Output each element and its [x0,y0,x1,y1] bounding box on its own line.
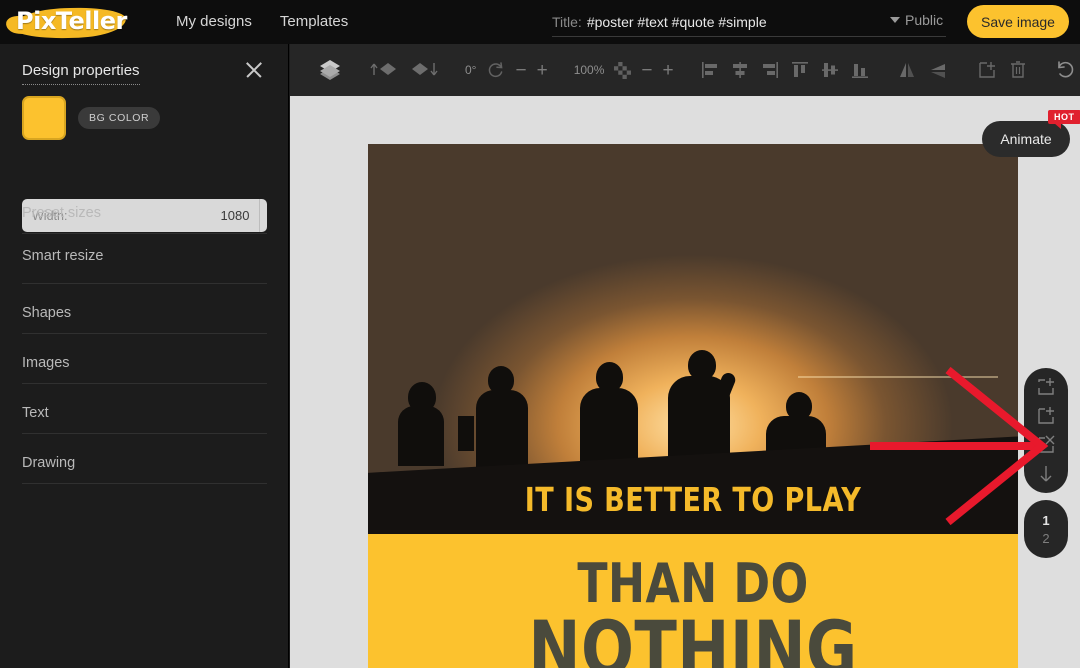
design-properties-panel: Design properties BG COLOR Width: Height… [0,44,289,668]
save-image-button[interactable]: Save image [967,5,1069,38]
poster-headline-1[interactable]: IT IS BETTER TO PLAY [427,480,960,519]
sidebar-item-preset-sizes[interactable]: Preset sizes [22,205,267,221]
opacity-checker-icon[interactable] [614,61,632,79]
layers-group [304,57,356,83]
visibility-label: Public [905,12,944,28]
divider [22,333,267,334]
layers-icon[interactable] [317,57,343,83]
page-selector: 1 2 [1024,500,1068,558]
sunset-silhouette-photo[interactable] [368,144,1018,534]
opacity-value: 100% [573,63,605,77]
add-page-icon[interactable] [1033,374,1059,400]
align-top-icon[interactable] [790,60,810,80]
horizon-line [798,376,998,378]
canvas-workspace[interactable]: IT IS BETTER TO PLAY THAN DO NOTHING [290,96,1080,668]
divider [22,483,267,484]
trash-icon[interactable] [1008,59,1028,81]
divider [22,233,267,234]
rotation-value: 0° [465,63,477,77]
chevron-down-icon [890,17,900,23]
align-right-icon[interactable] [760,60,780,80]
duplicate-icon[interactable] [976,59,998,81]
align-middle-vertical-icon[interactable] [820,60,840,80]
opacity-decrease-button[interactable]: − [641,61,652,80]
silhouette-body [398,406,444,466]
poster-headline-3[interactable]: NOTHING [427,604,960,668]
duplicate-page-icon[interactable] [1033,403,1059,429]
silhouette-body [476,390,528,468]
panel-title: Design properties [22,62,140,85]
flip-horizontal-icon[interactable] [896,60,918,80]
flip-group [883,60,963,80]
nav-my-designs[interactable]: My designs [162,0,266,44]
rotation-decrease-button[interactable]: − [515,61,526,80]
sidebar-item-images[interactable]: Images [22,355,267,371]
sidebar-item-smart-resize[interactable]: Smart resize [22,248,267,264]
flip-vertical-icon[interactable] [928,60,950,80]
design-title-field[interactable]: Title: [552,7,946,37]
layer-order-group [356,59,452,81]
opacity-group: 100% − + [561,61,687,80]
align-group [687,60,883,80]
align-bottom-icon[interactable] [850,60,870,80]
layer-down-icon[interactable] [409,59,439,81]
bg-color-label: BG COLOR [78,107,161,129]
align-center-horizontal-icon[interactable] [730,60,750,80]
close-icon[interactable] [242,58,266,82]
sidebar-item-shapes[interactable]: Shapes [22,305,267,321]
undo-icon[interactable] [1054,59,1076,81]
divider [22,433,267,434]
divider [22,383,267,384]
page-thumb-1[interactable]: 1 [1042,513,1049,528]
lantern-icon [458,416,474,451]
top-bar: PixTeller My designs Templates Title: Pu… [0,0,1080,44]
align-left-icon[interactable] [700,60,720,80]
pixteller-editor: PixTeller My designs Templates Title: Pu… [0,0,1080,668]
page-tools-panel [1024,368,1068,493]
sidebar-item-text[interactable]: Text [22,405,267,421]
hot-badge: HOT [1048,110,1080,129]
rotation-group: 0° − + [452,61,561,80]
delete-page-icon[interactable] [1033,432,1059,458]
opacity-increase-button[interactable]: + [663,61,674,80]
visibility-dropdown[interactable]: Public [890,12,943,28]
nav-templates[interactable]: Templates [266,0,362,44]
sidebar-item-drawing[interactable]: Drawing [22,455,267,471]
poster-design[interactable]: IT IS BETTER TO PLAY THAN DO NOTHING [368,144,1018,668]
main-nav: My designs Templates [162,0,362,44]
page-thumb-2[interactable]: 2 [1042,531,1049,546]
title-label: Title: [552,13,582,30]
bg-color-swatch[interactable] [22,96,66,140]
app-logo[interactable]: PixTeller [0,0,140,44]
divider [22,283,267,284]
rotation-increase-button[interactable]: + [537,61,548,80]
object-actions-group [963,59,1041,81]
bg-color-row: BG COLOR [22,96,161,140]
history-group [1041,59,1080,81]
rotate-icon[interactable] [486,61,505,80]
logo-wordmark: PixTeller [16,7,127,35]
arrow-down-icon[interactable] [1033,461,1059,487]
editor-toolbar: 0° − + 100% − + [290,44,1080,96]
layer-up-icon[interactable] [369,59,399,81]
